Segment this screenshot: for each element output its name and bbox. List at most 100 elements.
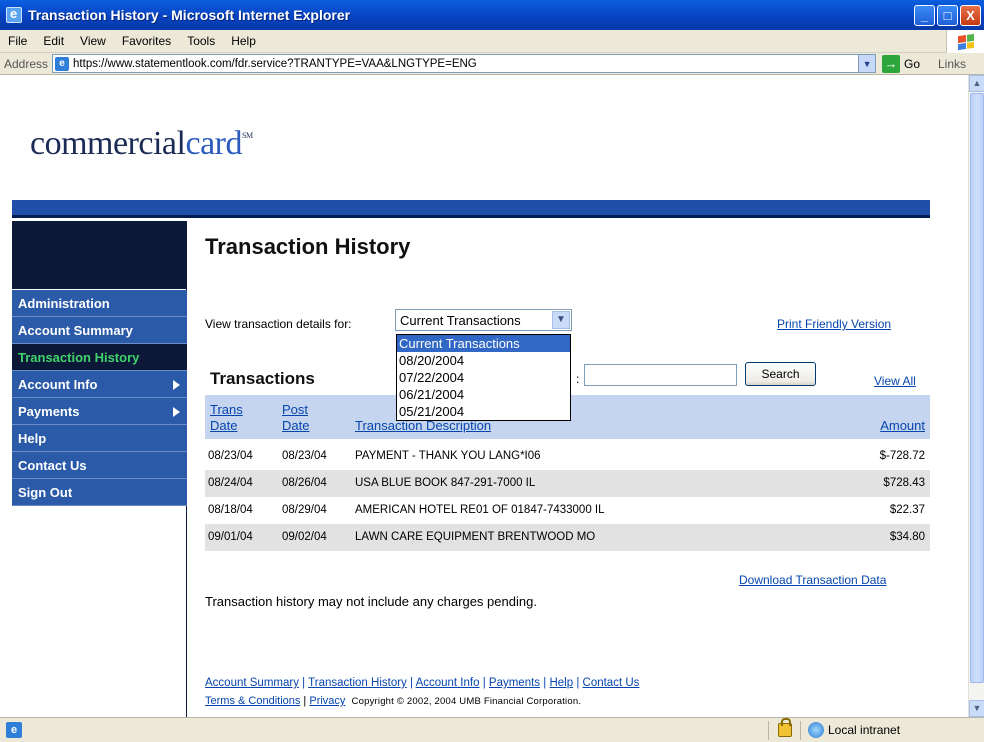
description-cell: AMERICAN HOTEL RE01 OF 01847-7433000 IL	[355, 504, 605, 516]
footer-link-help[interactable]: Help	[549, 677, 573, 689]
sidebar-item-account-info[interactable]: Account Info	[12, 371, 187, 398]
sort-amount[interactable]: Amount	[880, 418, 925, 434]
privacy-link[interactable]: Privacy	[309, 695, 345, 707]
header-band	[12, 200, 930, 218]
menu-help[interactable]: Help	[223, 34, 264, 48]
terms-link[interactable]: Terms & Conditions	[205, 695, 300, 707]
search-input[interactable]	[584, 364, 737, 386]
post-date-cell: 08/26/04	[282, 477, 327, 489]
amount-cell: $728.43	[883, 477, 925, 489]
sidebar-nav: Administration Account Summary Transacti…	[12, 290, 187, 506]
trans-date-cell: 09/01/04	[208, 531, 253, 543]
trans-date-cell: 08/24/04	[208, 477, 253, 489]
status-bar: e Local intranet	[0, 717, 984, 742]
table-row: 08/18/04 08/29/04 AMERICAN HOTEL RE01 OF…	[205, 497, 930, 524]
submenu-arrow-icon	[173, 380, 180, 390]
sidebar-item-payments[interactable]: Payments	[12, 398, 187, 425]
sidebar-item-transaction-history[interactable]: Transaction History	[12, 344, 187, 371]
chevron-down-icon[interactable]: ▼	[552, 311, 570, 329]
post-date-cell: 08/23/04	[282, 450, 327, 462]
sidebar-item-sign-out[interactable]: Sign Out	[12, 479, 187, 506]
table-row: 08/23/04 08/23/04 PAYMENT - THANK YOU LA…	[205, 443, 930, 470]
lock-icon	[778, 718, 792, 737]
description-cell: PAYMENT - THANK YOU LANG*I06	[355, 450, 541, 462]
address-url[interactable]: https://www.statementlook.com/fdr.servic…	[73, 58, 477, 70]
option-current-transactions[interactable]: Current Transactions	[397, 335, 570, 352]
menu-edit[interactable]: Edit	[35, 34, 72, 48]
amount-cell: $-728.72	[879, 450, 925, 462]
footer-link-account-info[interactable]: Account Info	[416, 677, 480, 689]
menu-favorites[interactable]: Favorites	[114, 34, 179, 48]
footer-legal: Terms & Conditions | Privacy Copyright ©…	[205, 695, 582, 707]
minimize-button[interactable]: _	[914, 4, 935, 26]
footer-link-account-summary[interactable]: Account Summary	[205, 677, 299, 689]
download-transaction-data-link[interactable]: Download Transaction Data	[739, 573, 886, 587]
go-button[interactable]: → Go	[882, 54, 921, 73]
logo-service-mark: SM	[242, 131, 253, 140]
option-08-20-2004[interactable]: 08/20/2004	[397, 352, 570, 369]
commercialcard-logo: commercialcardSM	[30, 125, 253, 163]
menu-tools[interactable]: Tools	[179, 34, 223, 48]
description-cell: LAWN CARE EQUIPMENT BRENTWOOD MO	[355, 531, 596, 543]
trans-date-cell: 08/23/04	[208, 450, 253, 462]
page-viewport: commercialcardSM Administration Account …	[0, 75, 968, 717]
footer-link-payments[interactable]: Payments	[489, 677, 540, 689]
option-07-22-2004[interactable]: 07/22/2004	[397, 369, 570, 386]
scroll-down-icon[interactable]: ▼	[969, 700, 984, 717]
amount-cell: $22.37	[889, 504, 925, 516]
sort-post-date[interactable]: Post Date	[282, 402, 309, 434]
sidebar-item-account-summary[interactable]: Account Summary	[12, 317, 187, 344]
sidebar-item-help[interactable]: Help	[12, 425, 187, 452]
links-toolbar[interactable]: Links	[938, 57, 966, 71]
pending-charges-note: Transaction history may not include any …	[205, 594, 537, 609]
logo-text-commercial: commercial	[30, 125, 186, 162]
submenu-arrow-icon	[173, 407, 180, 417]
go-label: Go	[904, 56, 921, 71]
table-row: 09/01/04 09/02/04 LAWN CARE EQUIPMENT BR…	[205, 524, 930, 551]
table-row: 08/24/04 08/26/04 USA BLUE BOOK 847-291-…	[205, 470, 930, 497]
close-button[interactable]: X	[960, 4, 981, 26]
logo-text-card: card	[185, 125, 242, 162]
footer-nav: Account Summary | Transaction History | …	[205, 677, 640, 689]
statement-period-select[interactable]: Current Transactions ▼	[395, 309, 572, 331]
sidebar-item-contact-us[interactable]: Contact Us	[12, 452, 187, 479]
trans-date-cell: 08/18/04	[208, 504, 253, 516]
amount-cell: $34.80	[889, 531, 925, 543]
page-icon: e	[55, 56, 70, 71]
menu-bar: File Edit View Favorites Tools Help	[0, 30, 984, 53]
footer-link-transaction-history[interactable]: Transaction History	[308, 677, 407, 689]
address-bar: Address e https://www.statementlook.com/…	[0, 53, 984, 75]
scroll-thumb[interactable]	[970, 93, 984, 683]
go-arrow-icon: →	[882, 54, 901, 73]
select-value: Current Transactions	[400, 313, 521, 328]
menu-view[interactable]: View	[72, 34, 114, 48]
menu-file[interactable]: File	[0, 34, 35, 48]
view-all-link[interactable]: View All	[874, 374, 916, 388]
nav-header-block	[12, 221, 186, 289]
maximize-button[interactable]: □	[937, 4, 958, 26]
sidebar-item-administration[interactable]: Administration	[12, 290, 187, 317]
vertical-scrollbar[interactable]: ▲ ▼	[968, 75, 984, 717]
page-title: Transaction History	[205, 234, 411, 259]
address-input[interactable]: e https://www.statementlook.com/fdr.serv…	[52, 54, 877, 73]
scroll-up-icon[interactable]: ▲	[969, 75, 984, 92]
internet-explorer-icon	[6, 6, 22, 23]
search-colon: :	[576, 372, 580, 386]
window-title: Transaction History - Microsoft Internet…	[28, 7, 351, 23]
option-05-21-2004[interactable]: 05/21/2004	[397, 403, 570, 420]
post-date-cell: 08/29/04	[282, 504, 327, 516]
windows-logo-icon	[946, 30, 984, 53]
statement-period-options: Current Transactions 08/20/2004 07/22/20…	[396, 334, 571, 421]
view-details-label: View transaction details for:	[205, 317, 352, 331]
intranet-zone-icon	[808, 722, 824, 738]
print-friendly-link[interactable]: Print Friendly Version	[777, 317, 891, 331]
description-cell: USA BLUE BOOK 847-291-7000 IL	[355, 477, 536, 489]
sort-trans-date[interactable]: Trans Date	[210, 402, 243, 434]
address-dropdown-icon[interactable]: ▼	[858, 55, 876, 72]
search-button[interactable]: Search	[745, 362, 816, 386]
window-titlebar: Transaction History - Microsoft Internet…	[0, 0, 984, 30]
option-06-21-2004[interactable]: 06/21/2004	[397, 386, 570, 403]
footer-link-contact-us[interactable]: Contact Us	[583, 677, 640, 689]
copyright-text: Copyright © 2002, 2004 UMB Financial Cor…	[351, 696, 582, 707]
address-label: Address	[4, 56, 49, 71]
